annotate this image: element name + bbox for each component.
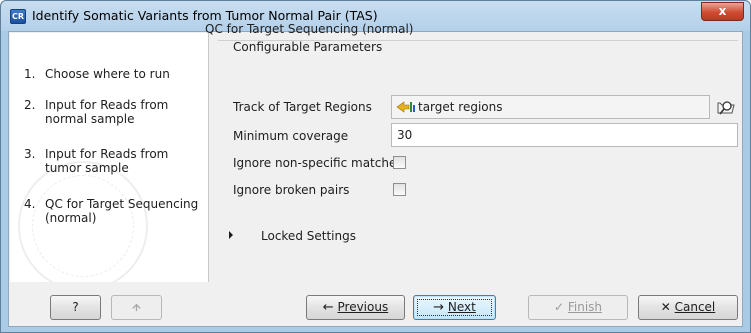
step-label: Input for Reads from normal sample	[45, 98, 169, 126]
step-label: Choose where to run	[45, 67, 170, 81]
cancel-button[interactable]: ✕ Cancel	[638, 295, 738, 320]
finish-label: Finish	[567, 300, 603, 314]
panel-heading: QC for Target Sequencing (normal)	[205, 22, 414, 36]
app-icon: CR	[10, 9, 26, 24]
wizard-steps-panel: 1. Choose where to run 2. Input for Read…	[10, 33, 209, 282]
step-number: 1.	[24, 67, 36, 81]
min-coverage-label: Minimum coverage	[233, 129, 349, 143]
dialog-window: CR Identify Somatic Variants from Tumor …	[0, 0, 751, 333]
cancel-label: Cancel	[674, 300, 716, 314]
close-button[interactable]: x	[701, 2, 744, 21]
window-title: Identify Somatic Variants from Tumor Nor…	[32, 8, 378, 23]
next-button[interactable]: → Next	[413, 295, 496, 320]
check-icon: ✓	[553, 300, 565, 314]
browse-folder-icon[interactable]	[715, 96, 737, 118]
expand-arrow-icon[interactable]	[229, 231, 233, 239]
watermark-seal-inner	[32, 175, 134, 277]
min-coverage-value: 30	[397, 128, 413, 142]
track-selector[interactable]: target regions	[391, 95, 710, 119]
track-value: target regions	[418, 100, 503, 114]
step-label: Input for Reads from tumor sample	[45, 147, 169, 175]
reset-icon	[132, 303, 141, 312]
track-icon	[396, 101, 415, 113]
ignore-nonspecific-checkbox[interactable]	[393, 156, 406, 169]
step-number: 2.	[24, 98, 36, 112]
cancel-x-icon: ✕	[660, 300, 671, 314]
min-coverage-input[interactable]: 30	[391, 123, 738, 147]
focus-ring	[417, 299, 492, 316]
track-label: Track of Target Regions	[233, 100, 372, 114]
locked-settings-toggle[interactable]: Locked Settings	[261, 229, 356, 243]
reset-button[interactable]	[111, 295, 162, 320]
step-number: 4.	[24, 197, 36, 211]
help-button[interactable]: ?	[50, 295, 101, 320]
left-arrow-icon: ←	[322, 300, 334, 315]
finish-button[interactable]: ✓ Finish	[528, 295, 628, 320]
ignore-broken-label: Ignore broken pairs	[233, 183, 350, 197]
previous-label: Previous	[337, 300, 389, 314]
ignore-broken-checkbox[interactable]	[393, 183, 406, 196]
previous-button[interactable]: ← Previous	[306, 295, 405, 320]
step-number: 3.	[24, 147, 36, 161]
step-label: QC for Target Sequencing (normal)	[45, 197, 199, 225]
ignore-nonspecific-label: Ignore non-specific matches	[233, 156, 403, 170]
help-label: ?	[72, 300, 79, 314]
group-title: Configurable Parameters	[233, 40, 383, 54]
